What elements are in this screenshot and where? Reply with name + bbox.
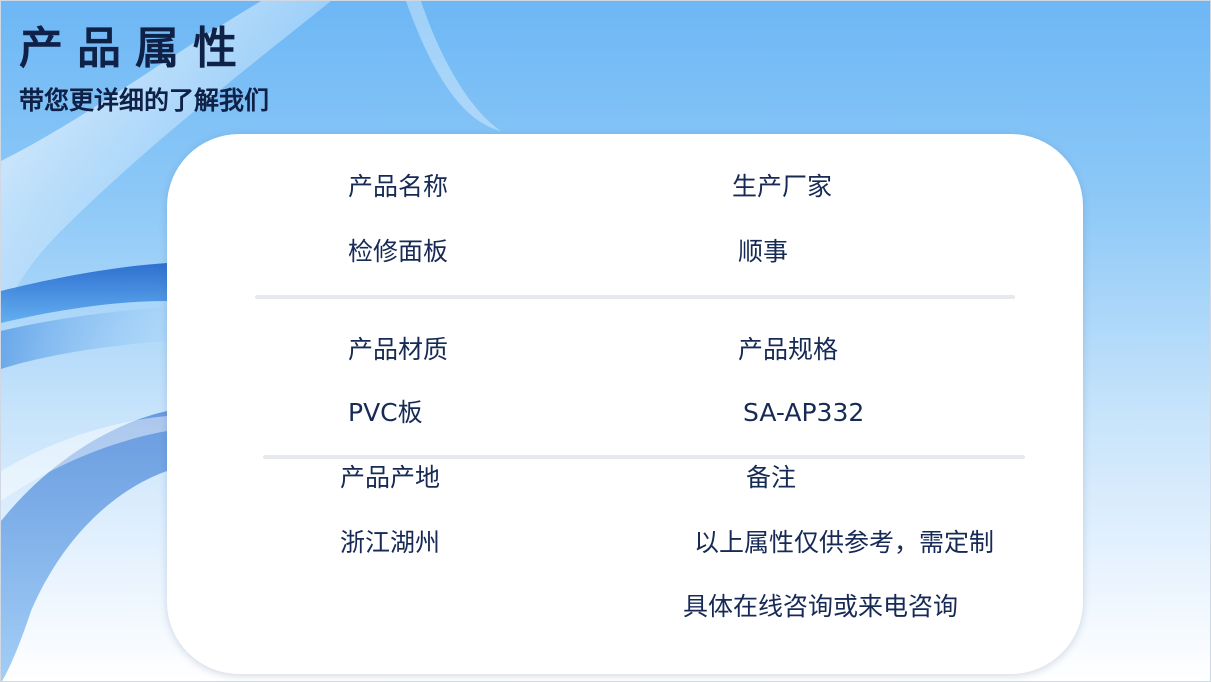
page-title: 产品属性 [19,23,251,74]
wave-streak-upper [406,1,501,131]
value-material: PVC板 [348,398,423,427]
page-subtitle: 带您更详细的了解我们 [19,86,270,115]
value-product-name: 检修面板 [348,237,449,266]
label-specification: 产品规格 [738,335,839,364]
label-origin: 产品产地 [340,463,441,492]
label-manufacturer: 生产厂家 [732,172,833,201]
value-remark-line1: 以上属性仅供参考，需定制 [694,528,995,557]
row-divider-2 [263,455,1025,459]
value-origin: 浙江湖州 [340,528,441,557]
label-product-name: 产品名称 [348,172,449,201]
slide: 产品属性 带您更详细的了解我们 产品名称 生产厂家 检修面板 顺事 产品材质 产… [0,0,1211,682]
label-remark: 备注 [746,463,797,492]
label-material: 产品材质 [348,335,449,364]
value-remark-line2: 具体在线咨询或来电咨询 [683,592,959,621]
row-divider-1 [255,295,1015,299]
property-card: 产品名称 生产厂家 检修面板 顺事 产品材质 产品规格 PVC板 SA-AP33… [167,134,1083,674]
value-specification: SA-AP332 [743,398,865,427]
value-manufacturer: 顺事 [738,237,789,266]
